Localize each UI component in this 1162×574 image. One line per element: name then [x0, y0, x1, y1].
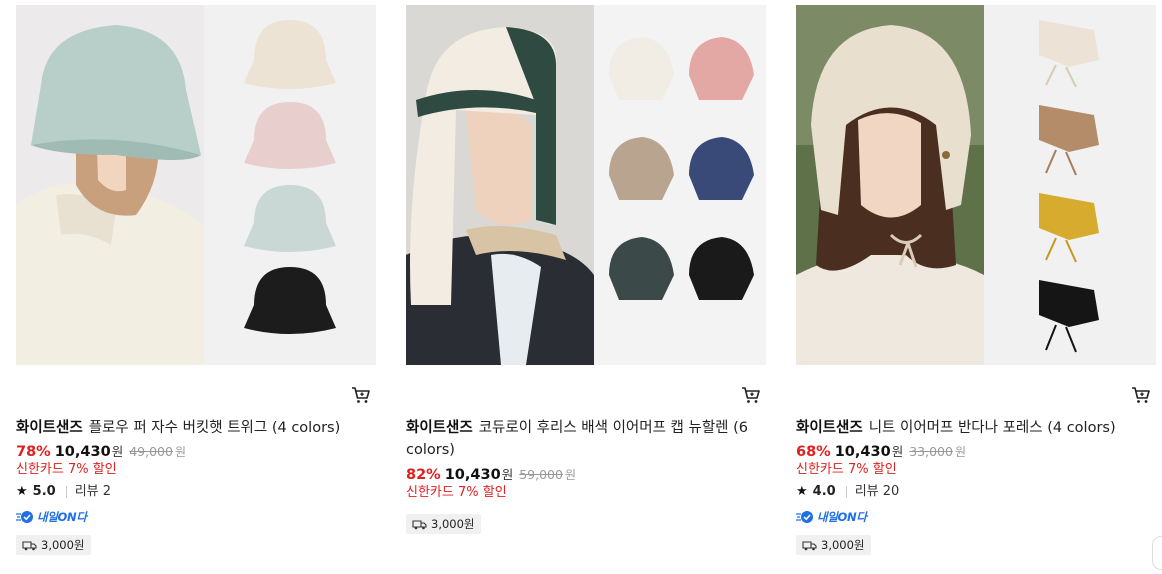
brand-name: 화이트샌즈: [406, 420, 473, 436]
floating-button-edge[interactable]: [1152, 536, 1162, 570]
rating-row: ★ 4.0 리뷰 20: [796, 483, 899, 501]
original-price: 59,000: [519, 467, 563, 482]
truck-icon: [412, 519, 427, 529]
color-swatches: [984, 5, 1156, 365]
add-to-cart-button[interactable]: [350, 385, 372, 405]
shipping-fee: 3,000원: [821, 538, 865, 552]
tomorrow-delivery-badge: 내일ON다: [796, 508, 867, 526]
currency-unit: 원: [891, 444, 904, 459]
color-swatches: [204, 5, 376, 365]
cart-icon: [742, 387, 760, 403]
tomorrow-delivery-text: 내일ON다: [37, 510, 87, 524]
rating-score: 4.0: [812, 484, 836, 499]
card-discount-text: 신한카드 7% 할인: [796, 462, 897, 477]
model-photo: [16, 5, 204, 365]
rocket-delivery-icon: [16, 511, 33, 523]
sale-price: 10,430: [444, 467, 501, 483]
shipping-fee: 3,000원: [41, 538, 85, 552]
rocket-delivery-icon: [796, 511, 813, 523]
add-to-cart-button[interactable]: [1130, 385, 1152, 405]
original-currency-unit: 원: [954, 445, 966, 459]
currency-unit: 원: [111, 444, 124, 459]
tomorrow-delivery-badge: 내일ON다: [16, 508, 87, 526]
divider: [845, 486, 847, 498]
review-count: 20: [882, 484, 900, 499]
tomorrow-delivery-text: 내일ON다: [817, 510, 867, 524]
original-price: 49,000: [129, 444, 173, 459]
discount-rate: 82%: [406, 467, 441, 483]
shipping-fee-badge: 3,000원: [16, 535, 91, 555]
shipping-fee-badge: 3,000원: [406, 514, 481, 534]
rating-row: ★ 5.0 리뷰 2: [16, 483, 111, 501]
price-row: 78% 10,430원 49,000 원: [16, 442, 186, 462]
product-name: 플로우 퍼 자수 버킷햇 트위그 (4 colors): [88, 420, 341, 436]
divider: [65, 486, 67, 498]
price-row: 68% 10,430원 33,000 원: [796, 442, 966, 462]
truck-icon: [802, 540, 817, 550]
reviews-label: 리뷰: [854, 484, 879, 499]
rating-score: 5.0: [32, 484, 56, 499]
price-row: 82% 10,430원 59,000 원: [406, 465, 576, 485]
discount-rate: 78%: [16, 444, 51, 460]
product-card[interactable]: 화이트샌즈 니트 이어머프 반다나 포레스 (4 colors) 68% 10,43…: [796, 5, 1156, 555]
truck-icon: [22, 540, 37, 550]
model-photo: [796, 5, 984, 365]
cart-icon: [1132, 387, 1150, 403]
cart-icon: [352, 387, 370, 403]
card-discount-text: 신한카드 7% 할인: [16, 462, 117, 477]
shipping-fee: 3,000원: [431, 517, 475, 531]
star-icon: ★: [796, 484, 808, 499]
reviews-label: 리뷰: [74, 484, 99, 499]
product-title[interactable]: 화이트샌즈 플로우 퍼 자수 버킷햇 트위그 (4 colors): [16, 417, 376, 439]
star-icon: ★: [16, 484, 28, 499]
review-count: 2: [102, 484, 112, 499]
product-image[interactable]: [16, 5, 376, 365]
brand-name: 화이트샌즈: [16, 420, 83, 436]
product-image[interactable]: [406, 5, 766, 365]
currency-unit: 원: [501, 467, 514, 482]
product-name: 니트 이어머프 반다나 포레스 (4 colors): [868, 420, 1116, 436]
product-image[interactable]: [796, 5, 1156, 365]
original-price: 33,000: [909, 444, 953, 459]
product-title[interactable]: 화이트샌즈 코듀로이 후리스 배색 이어머프 캡 뉴할렌 (6 colors): [406, 417, 766, 461]
brand-name: 화이트샌즈: [796, 420, 863, 436]
sale-price: 10,430: [54, 444, 111, 460]
model-photo: [406, 5, 594, 365]
add-to-cart-button[interactable]: [740, 385, 762, 405]
original-currency-unit: 원: [174, 445, 186, 459]
shipping-fee-badge: 3,000원: [796, 535, 871, 555]
card-discount-text: 신한카드 7% 할인: [406, 485, 507, 500]
color-swatches: [594, 5, 766, 365]
sale-price: 10,430: [834, 444, 891, 460]
discount-rate: 68%: [796, 444, 831, 460]
original-currency-unit: 원: [564, 468, 576, 482]
product-card[interactable]: 화이트샌즈 플로우 퍼 자수 버킷햇 트위그 (4 colors) 78% 10,4…: [16, 5, 376, 555]
product-card[interactable]: 화이트샌즈 코듀로이 후리스 배색 이어머프 캡 뉴할렌 (6 colors) 8…: [406, 5, 766, 534]
product-title[interactable]: 화이트샌즈 니트 이어머프 반다나 포레스 (4 colors): [796, 417, 1156, 439]
